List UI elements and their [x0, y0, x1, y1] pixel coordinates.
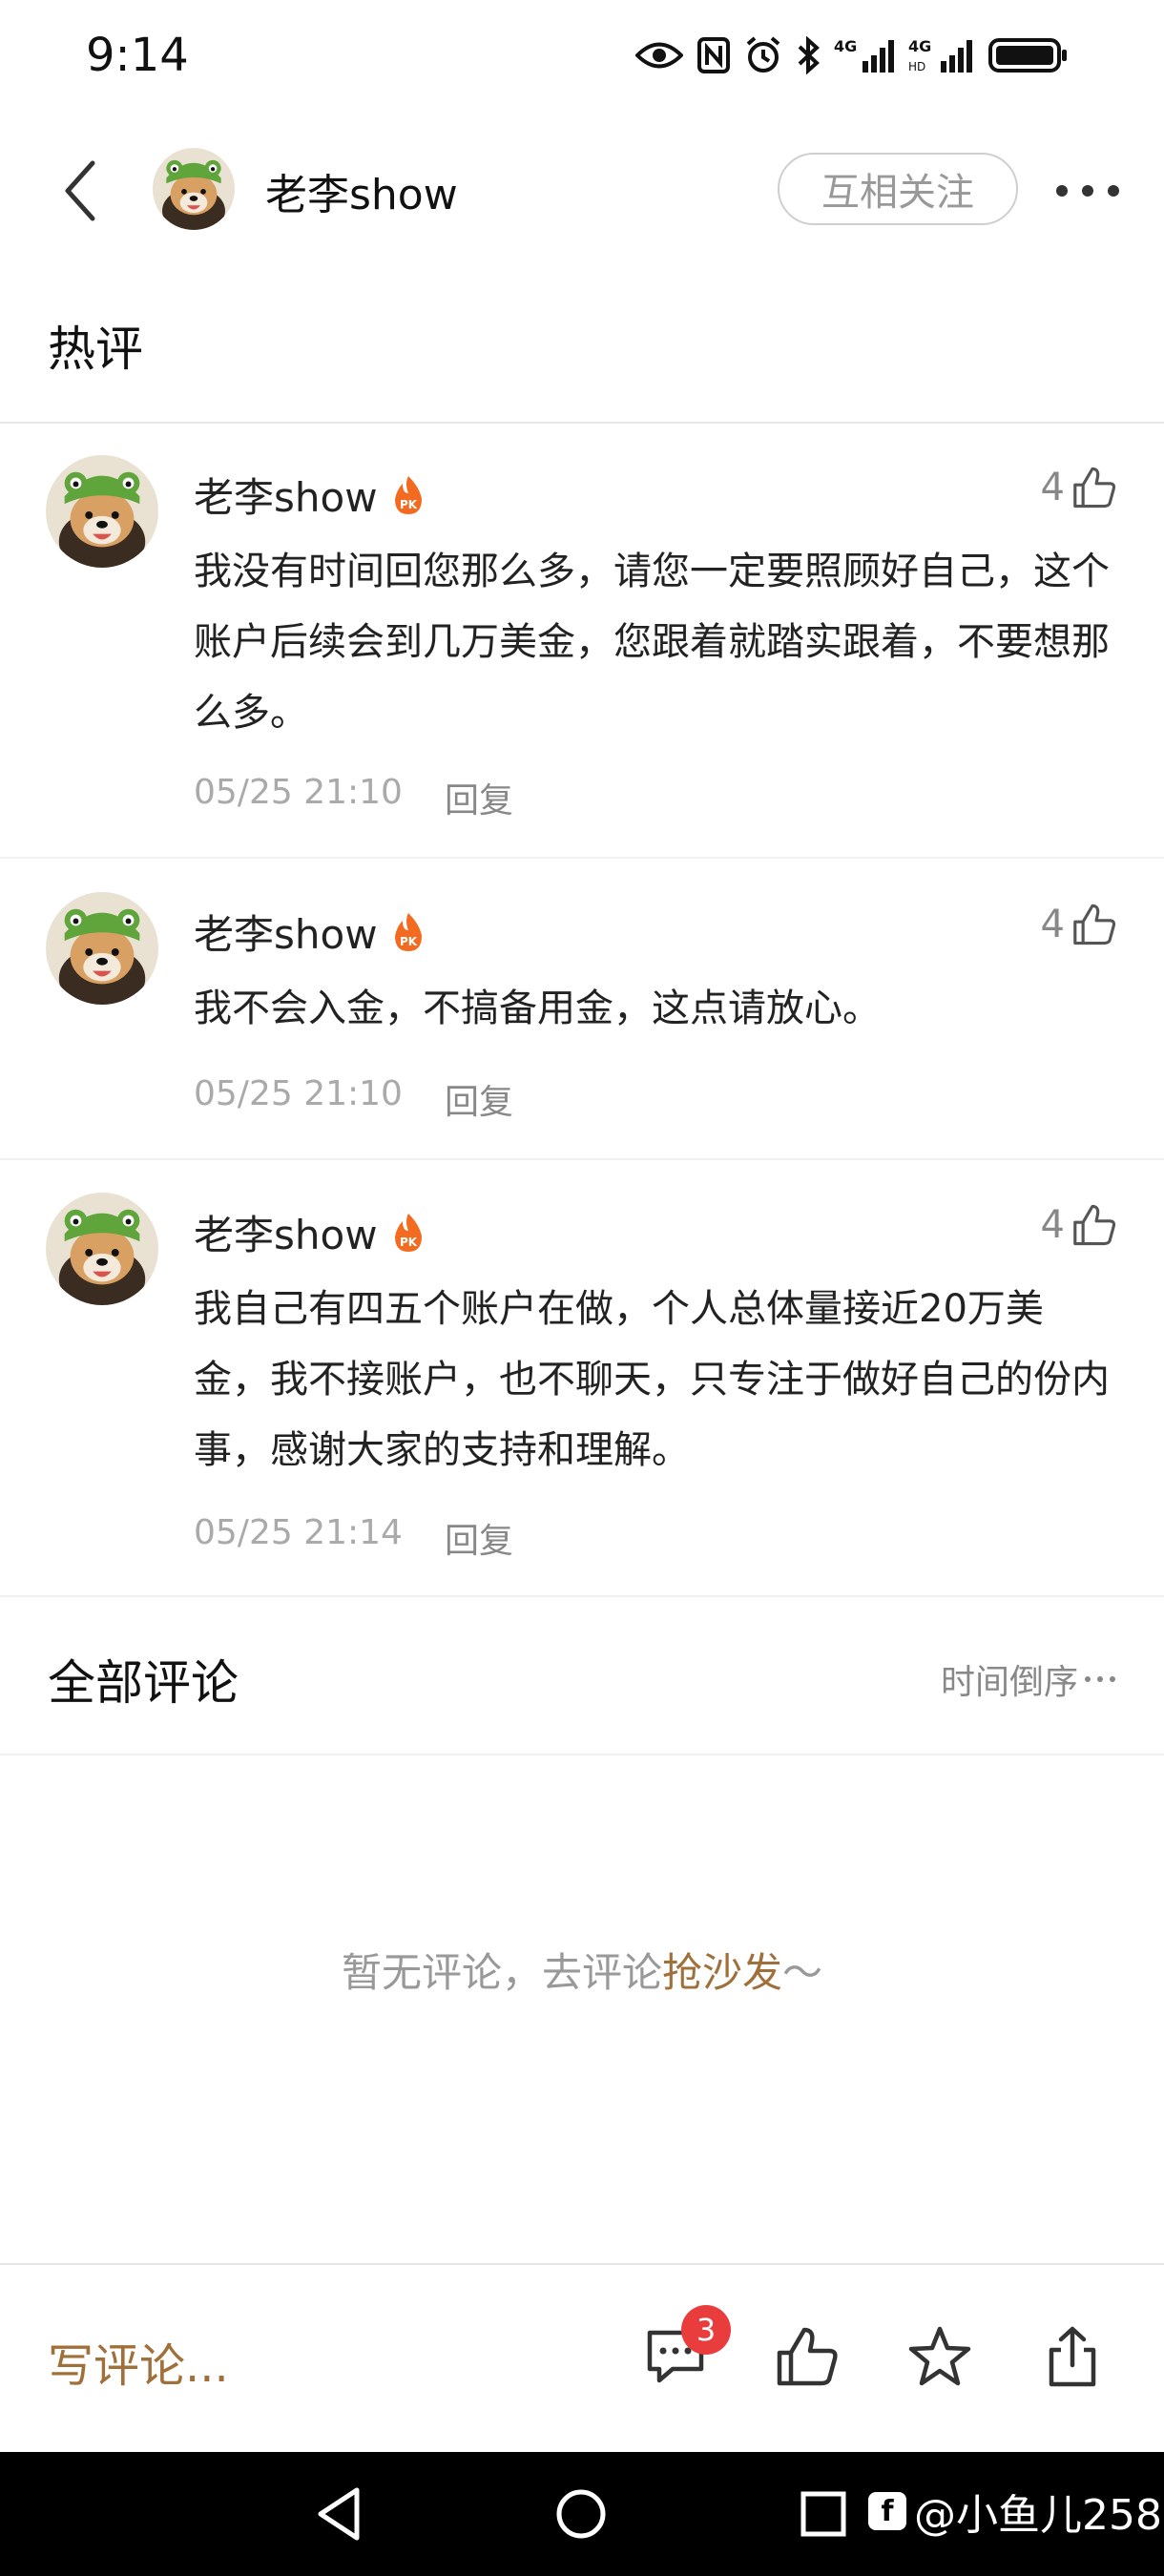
divider: [0, 1595, 1164, 1597]
svg-text:4G: 4G: [908, 37, 931, 55]
comment-text: 我没有时间回您那么多，请您一定要照顾好自己，这个账户后续会到几万美金，您跟着就踏…: [194, 550, 1110, 735]
comment-like-button[interactable]: 4: [1041, 1203, 1116, 1247]
comment-like-button[interactable]: 4: [1041, 466, 1116, 509]
ellipsis-icon: [1085, 1676, 1115, 1682]
svg-text:4G: 4G: [834, 37, 857, 55]
nav-home-icon[interactable]: [555, 2488, 607, 2540]
grab-sofa-link[interactable]: 抢沙发: [662, 1949, 782, 1996]
eye-icon: [635, 39, 683, 72]
comment-author-name: 老李show: [194, 1212, 378, 1258]
battery-icon: [988, 36, 1069, 74]
avatar[interactable]: [153, 148, 235, 230]
header-user-name[interactable]: 老李show: [265, 160, 458, 221]
like-count: 4: [1040, 903, 1065, 946]
sort-order-button[interactable]: 时间倒序: [941, 1654, 1116, 1704]
share-icon: [1049, 2326, 1096, 2387]
sort-label: 时间倒序: [940, 1663, 1078, 1702]
nfc-icon: [696, 36, 731, 74]
divider: [0, 1158, 1164, 1160]
signal-4g-icon: 4G HD: [908, 36, 975, 74]
svg-text:PK: PK: [400, 498, 418, 511]
signal-4g-icon: 4G: [834, 36, 895, 74]
more-dots-icon: [1056, 185, 1119, 197]
like-count: 4: [1040, 1203, 1065, 1247]
empty-suffix: ～: [782, 1949, 823, 1996]
thumbs-up-icon: [1073, 467, 1116, 509]
empty-prefix: 暂无评论，去评论: [341, 1949, 662, 1996]
favorite-button[interactable]: [902, 2318, 978, 2395]
watermark: f @小鱼儿258: [868, 2481, 1162, 2542]
alarm-icon: [744, 36, 782, 74]
comment-time: 05/25 21:10: [194, 773, 403, 812]
status-time: 9:14: [86, 29, 189, 82]
write-comment-input[interactable]: 写评论...: [48, 2328, 229, 2395]
thumbs-up-icon: [1073, 1204, 1116, 1246]
comment-time: 05/25 21:14: [194, 1513, 403, 1552]
pk-badge-icon: PK: [394, 912, 422, 951]
nav-recents-icon[interactable]: [800, 2490, 847, 2538]
status-icons: 4G 4G HD: [635, 34, 1069, 76]
like-button[interactable]: [769, 2318, 845, 2395]
bluetooth-icon: [796, 36, 821, 74]
divider: [0, 857, 1164, 859]
svg-text:HD: HD: [908, 60, 925, 73]
hot-comments-title: 热评: [48, 322, 143, 377]
comment-count-badge: 3: [681, 2305, 731, 2355]
comment-text: 我自己有四五个账户在做，个人总体量接近20万美金，我不接账户，也不聊天，只专注于…: [194, 1287, 1110, 1472]
svg-text:PK: PK: [400, 1236, 418, 1249]
pk-badge-icon: PK: [394, 1213, 422, 1252]
comment-author-name: 老李show: [194, 911, 378, 958]
thumbs-up-icon: [1073, 904, 1116, 945]
thumbs-up-icon: [777, 2327, 838, 2386]
reply-button[interactable]: 回复: [445, 1074, 513, 1124]
avatar[interactable]: [46, 1193, 158, 1305]
pk-badge-icon: PK: [394, 475, 422, 514]
dog-avatar-icon: [46, 1193, 158, 1305]
dog-avatar-icon: [46, 892, 158, 1005]
watermark-text: @小鱼儿258: [914, 2491, 1162, 2540]
reply-button[interactable]: 回复: [445, 1513, 513, 1563]
more-options-button[interactable]: [1050, 162, 1126, 219]
dog-avatar-icon: [46, 455, 158, 568]
comment-text: 我不会入金，不搞备用金，这点请放心。: [194, 987, 881, 1030]
nav-back-icon[interactable]: [315, 2486, 363, 2542]
comment-like-button[interactable]: 4: [1041, 903, 1116, 946]
empty-comments-message: 暂无评论，去评论抢沙发～: [0, 1941, 1164, 1999]
back-button[interactable]: [46, 148, 113, 234]
comment-meta: 05/25 21:14 回复: [194, 1513, 513, 1563]
all-comments-title: 全部评论: [48, 1655, 239, 1711]
back-arrow-icon: [65, 160, 95, 221]
comment-meta: 05/25 21:10 回复: [194, 1074, 513, 1124]
avatar[interactable]: [46, 455, 158, 568]
divider: [0, 1754, 1164, 1755]
avatar[interactable]: [46, 892, 158, 1005]
comment-author[interactable]: 老李show PK: [194, 903, 426, 961]
comment-time: 05/25 21:10: [194, 1074, 403, 1113]
comment-author-name: 老李show: [194, 474, 378, 521]
dog-avatar-icon: [153, 148, 235, 230]
watermark-logo: f: [868, 2492, 906, 2530]
share-button[interactable]: [1034, 2318, 1111, 2395]
divider: [0, 422, 1164, 424]
comment-author[interactable]: 老李show PK: [194, 466, 426, 524]
comment-meta: 05/25 21:10 回复: [194, 773, 513, 822]
follow-button[interactable]: 互相关注: [778, 153, 1018, 225]
like-count: 4: [1040, 466, 1065, 509]
svg-text:PK: PK: [400, 935, 418, 948]
comment-author[interactable]: 老李show PK: [194, 1203, 426, 1261]
reply-button[interactable]: 回复: [445, 773, 513, 822]
star-icon: [908, 2326, 971, 2386]
